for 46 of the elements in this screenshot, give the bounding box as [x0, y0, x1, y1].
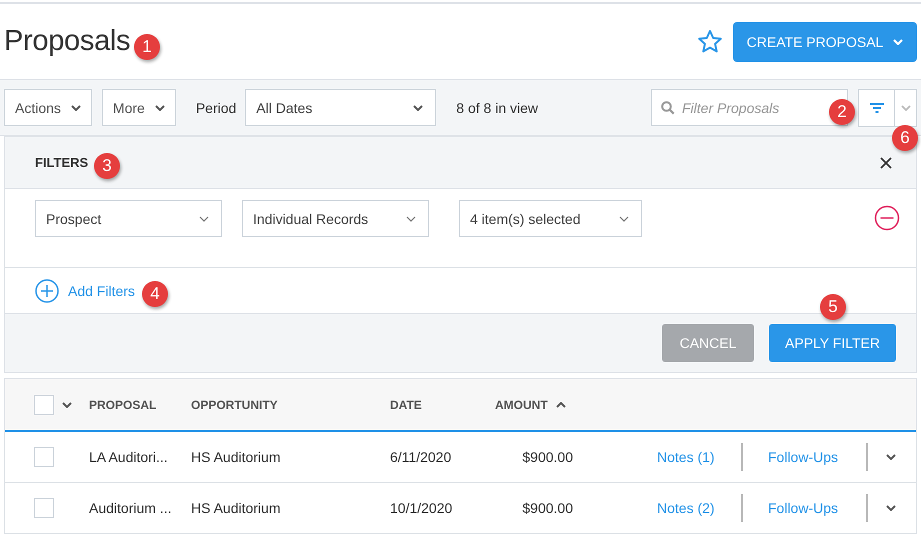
plus-circle-icon: [35, 278, 59, 302]
more-button[interactable]: More: [102, 89, 176, 126]
caret-icon: [886, 454, 896, 460]
table-cell: HS Auditorium: [191, 449, 280, 465]
minus-circle-icon: [874, 205, 900, 231]
table-cell: HS Auditorium: [191, 500, 280, 516]
sort-up-icon: [556, 402, 566, 408]
select-all-checkbox[interactable]: [34, 394, 54, 414]
table-cell: $900.00: [522, 500, 573, 516]
filter-button[interactable]: [858, 88, 895, 126]
caret-icon: [619, 216, 629, 222]
column-header[interactable]: OPPORTUNITY: [191, 398, 278, 412]
column-header[interactable]: PROPOSAL: [89, 398, 156, 412]
operator-dropdown[interactable]: Individual Records: [242, 200, 429, 237]
table-cell: 6/11/2020: [390, 449, 452, 465]
filter-icon: [870, 102, 884, 112]
field-dropdown[interactable]: Prospect: [35, 200, 222, 237]
page-title: Proposals: [4, 25, 130, 58]
row-checkbox[interactable]: [34, 498, 54, 518]
remove-filter-button[interactable]: [874, 205, 900, 231]
table-cell: 10/1/2020: [390, 500, 452, 516]
caret-icon: [886, 505, 896, 511]
view-count: 8 of 8 in view: [456, 100, 538, 116]
caret-icon: [413, 104, 424, 110]
column-header[interactable]: DATE: [390, 398, 422, 412]
caret-icon: [62, 402, 72, 408]
table-cell: LA Auditori...: [89, 449, 168, 465]
caret-icon: [406, 216, 416, 222]
caret-icon: [893, 38, 904, 44]
table-cell: $900.00: [522, 449, 573, 465]
table-cell: Auditorium ...: [89, 500, 172, 516]
period-dropdown[interactable]: All Dates: [245, 89, 436, 126]
caret-icon: [199, 216, 209, 222]
period-label: Period: [196, 100, 236, 116]
caret-icon: [70, 104, 81, 110]
star-icon[interactable]: [697, 29, 723, 54]
actions-button[interactable]: Actions: [4, 89, 92, 126]
caret-icon: [900, 104, 910, 110]
caret-icon: [154, 104, 165, 110]
close-icon: [880, 156, 892, 168]
filters-title: FILTERS: [35, 155, 88, 170]
filter-options-button[interactable]: [895, 88, 917, 126]
value-dropdown[interactable]: 4 item(s) selected: [459, 200, 642, 237]
callout-badge: 1: [134, 34, 160, 60]
row-checkbox[interactable]: [34, 447, 54, 467]
column-header[interactable]: AMOUNT: [495, 398, 548, 412]
